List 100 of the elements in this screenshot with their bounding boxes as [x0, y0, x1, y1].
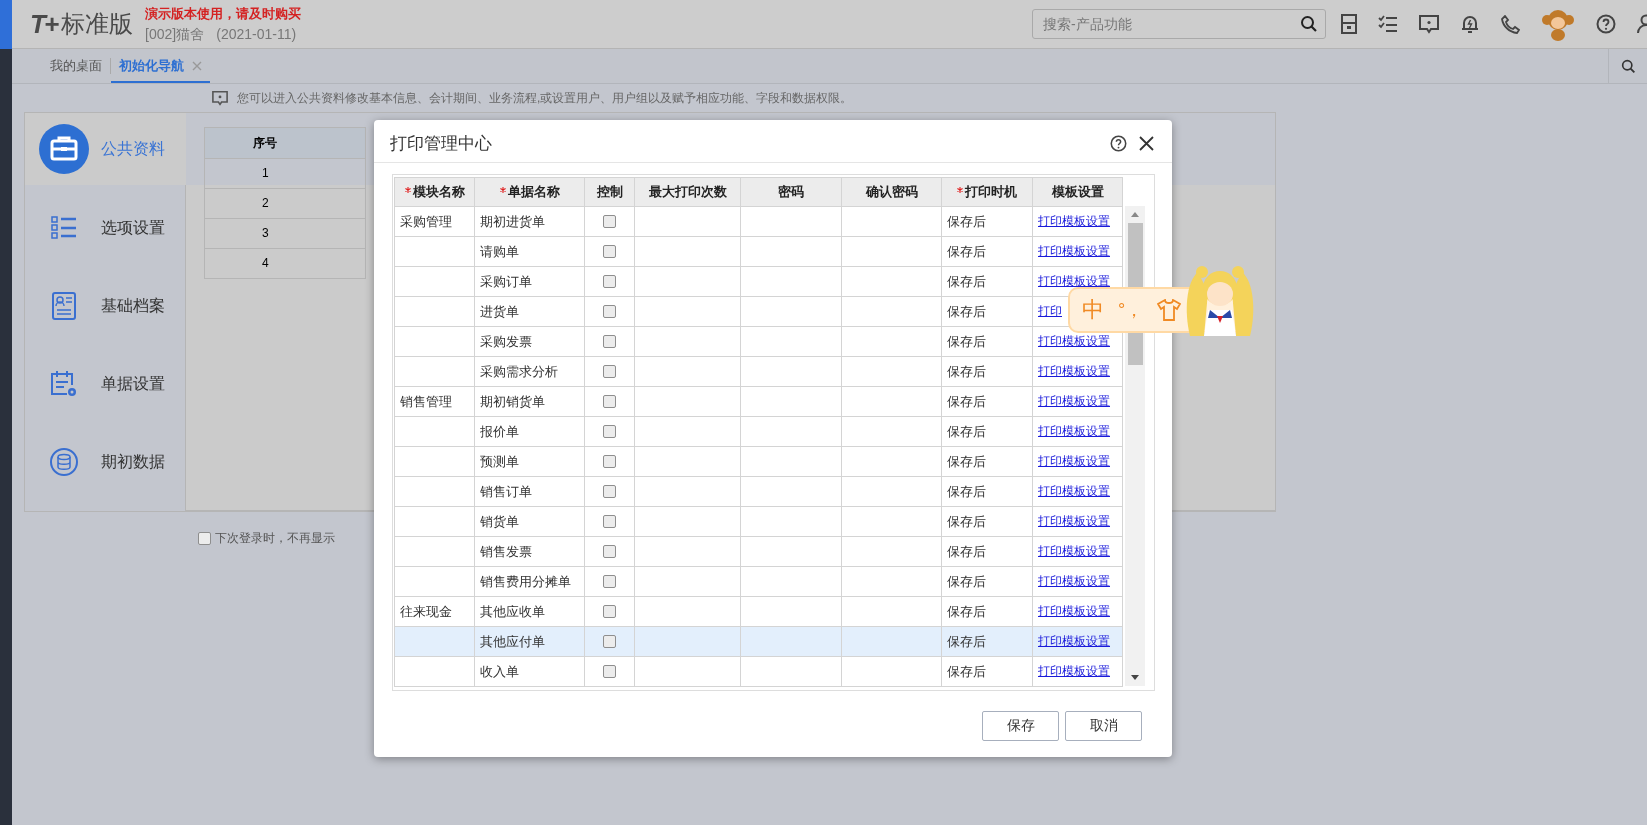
nav-item[interactable]: 选项设置	[25, 189, 185, 267]
template-link[interactable]: 打印模板设置	[1038, 603, 1110, 620]
checkbox[interactable]	[603, 365, 616, 378]
checkbox[interactable]	[603, 515, 616, 528]
table-cell: 采购发票	[475, 327, 585, 357]
template-link[interactable]: 打印模板设置	[1038, 483, 1110, 500]
bell-icon[interactable]	[1460, 14, 1480, 34]
table-cell: 采购订单	[475, 267, 585, 297]
checkbox[interactable]	[603, 395, 616, 408]
table-cell: 销售发票	[475, 537, 585, 567]
dialog-button[interactable]: 取消	[1065, 711, 1142, 741]
column-header: 模块名称	[394, 177, 475, 207]
account-date: (2021-01-11)	[216, 25, 297, 44]
scroll-down-icon[interactable]	[1131, 675, 1139, 680]
user-icon[interactable]	[1637, 14, 1647, 34]
search-icon[interactable]	[1620, 58, 1636, 74]
column-header: 密码	[741, 177, 842, 207]
checkbox-label: 下次登录时，不再显示	[215, 530, 335, 547]
table-cell: 预测单	[475, 447, 585, 477]
checkbox[interactable]	[603, 335, 616, 348]
column-header: 打印时机	[942, 177, 1033, 207]
shirt-icon[interactable]	[1157, 299, 1182, 321]
checkbox[interactable]	[603, 485, 616, 498]
template-link[interactable]: 打印模板设置	[1038, 243, 1110, 260]
phone-icon[interactable]	[1501, 14, 1520, 34]
checkbox[interactable]	[198, 532, 211, 545]
table-cell: 销售订单	[475, 477, 585, 507]
template-link[interactable]: 打印模板设置	[1038, 393, 1110, 410]
template-link[interactable]: 打印模板设置	[1038, 213, 1110, 230]
template-link[interactable]: 打印	[1038, 303, 1062, 320]
template-link[interactable]: 打印模板设置	[1038, 273, 1110, 290]
table-cell: 采购需求分析	[475, 357, 585, 387]
checkbox[interactable]	[603, 575, 616, 588]
checkbox[interactable]	[603, 605, 616, 618]
checkbox[interactable]	[603, 215, 616, 228]
template-link[interactable]: 打印模板设置	[1038, 543, 1110, 560]
table-cell: 销售费用分摊单	[475, 567, 585, 597]
nav-item[interactable]: 期初数据	[25, 423, 185, 501]
table-cell: 保存后	[942, 237, 1033, 267]
calendar-gear-icon	[50, 370, 78, 398]
template-link[interactable]: 打印模板设置	[1038, 633, 1110, 650]
required-icon	[404, 186, 411, 193]
table-cell-text: 4	[261, 255, 270, 272]
table-cell: 保存后	[942, 207, 1033, 237]
nav-item[interactable]: 基础档案	[25, 267, 185, 345]
tab[interactable]: 我的桌面	[42, 51, 110, 83]
checkbox[interactable]	[603, 245, 616, 258]
template-link[interactable]: 打印模板设置	[1038, 333, 1110, 350]
avatar-icon[interactable]	[1541, 7, 1575, 41]
column-header: 模板设置	[1033, 177, 1123, 207]
template-link[interactable]: 打印模板设置	[1038, 363, 1110, 380]
table-cell: 期初进货单	[475, 207, 585, 237]
scroll-up-icon[interactable]	[1131, 212, 1139, 217]
table-cell-text: 3	[261, 225, 270, 242]
table-cell: 保存后	[942, 447, 1033, 477]
template-link[interactable]: 打印模板设置	[1038, 663, 1110, 680]
close-icon[interactable]	[1139, 135, 1154, 151]
table-cell: 保存后	[942, 387, 1033, 417]
checkbox[interactable]	[603, 425, 616, 438]
column-header: 最大打印次数	[635, 177, 741, 207]
help-icon[interactable]	[1596, 14, 1616, 34]
table-cell: 期初销货单	[475, 387, 585, 417]
nav-item[interactable]: 单据设置	[25, 345, 185, 423]
message-icon[interactable]	[1419, 14, 1439, 34]
checkbox[interactable]	[603, 305, 616, 318]
calculator-icon[interactable]	[1341, 14, 1357, 34]
template-link[interactable]: 打印模板设置	[1038, 453, 1110, 470]
logo-mark: T+	[30, 8, 58, 40]
checklist-icon[interactable]	[1378, 15, 1398, 33]
table-cell: 保存后	[942, 327, 1033, 357]
table-cell: 保存后	[942, 357, 1033, 387]
column-header: 确认密码	[842, 177, 942, 207]
table-cell: 销售管理	[394, 387, 475, 417]
dialog-button[interactable]: 保存	[982, 711, 1059, 741]
checkbox[interactable]	[603, 665, 616, 678]
template-link[interactable]: 打印模板设置	[1038, 573, 1110, 590]
template-link[interactable]: 打印模板设置	[1038, 423, 1110, 440]
checkbox[interactable]	[603, 545, 616, 558]
briefcase-icon	[39, 124, 89, 174]
required-icon	[957, 186, 963, 193]
required-icon	[499, 186, 506, 193]
table-cell: 采购管理	[394, 207, 475, 237]
table-cell: 请购单	[475, 237, 585, 267]
column-header: 单据名称	[475, 177, 585, 207]
table-cell-text: 1	[261, 165, 270, 182]
checkbox[interactable]	[603, 455, 616, 468]
checklist-icon	[51, 216, 77, 240]
template-link[interactable]: 打印模板设置	[1038, 513, 1110, 530]
product-name: 标准版	[61, 9, 134, 39]
database-icon	[50, 448, 78, 476]
search-field[interactable]: 搜索-产品功能	[1032, 9, 1326, 39]
table-cell: 保存后	[942, 417, 1033, 447]
table-cell: 保存后	[942, 297, 1033, 327]
account-name: [002]猫舍	[145, 25, 205, 44]
table-cell: 保存后	[942, 627, 1033, 657]
table-cell: 保存后	[942, 477, 1033, 507]
help-icon[interactable]	[1110, 134, 1127, 152]
checkbox[interactable]	[603, 635, 616, 648]
table-cell: 销货单	[475, 507, 585, 537]
checkbox[interactable]	[603, 275, 616, 288]
